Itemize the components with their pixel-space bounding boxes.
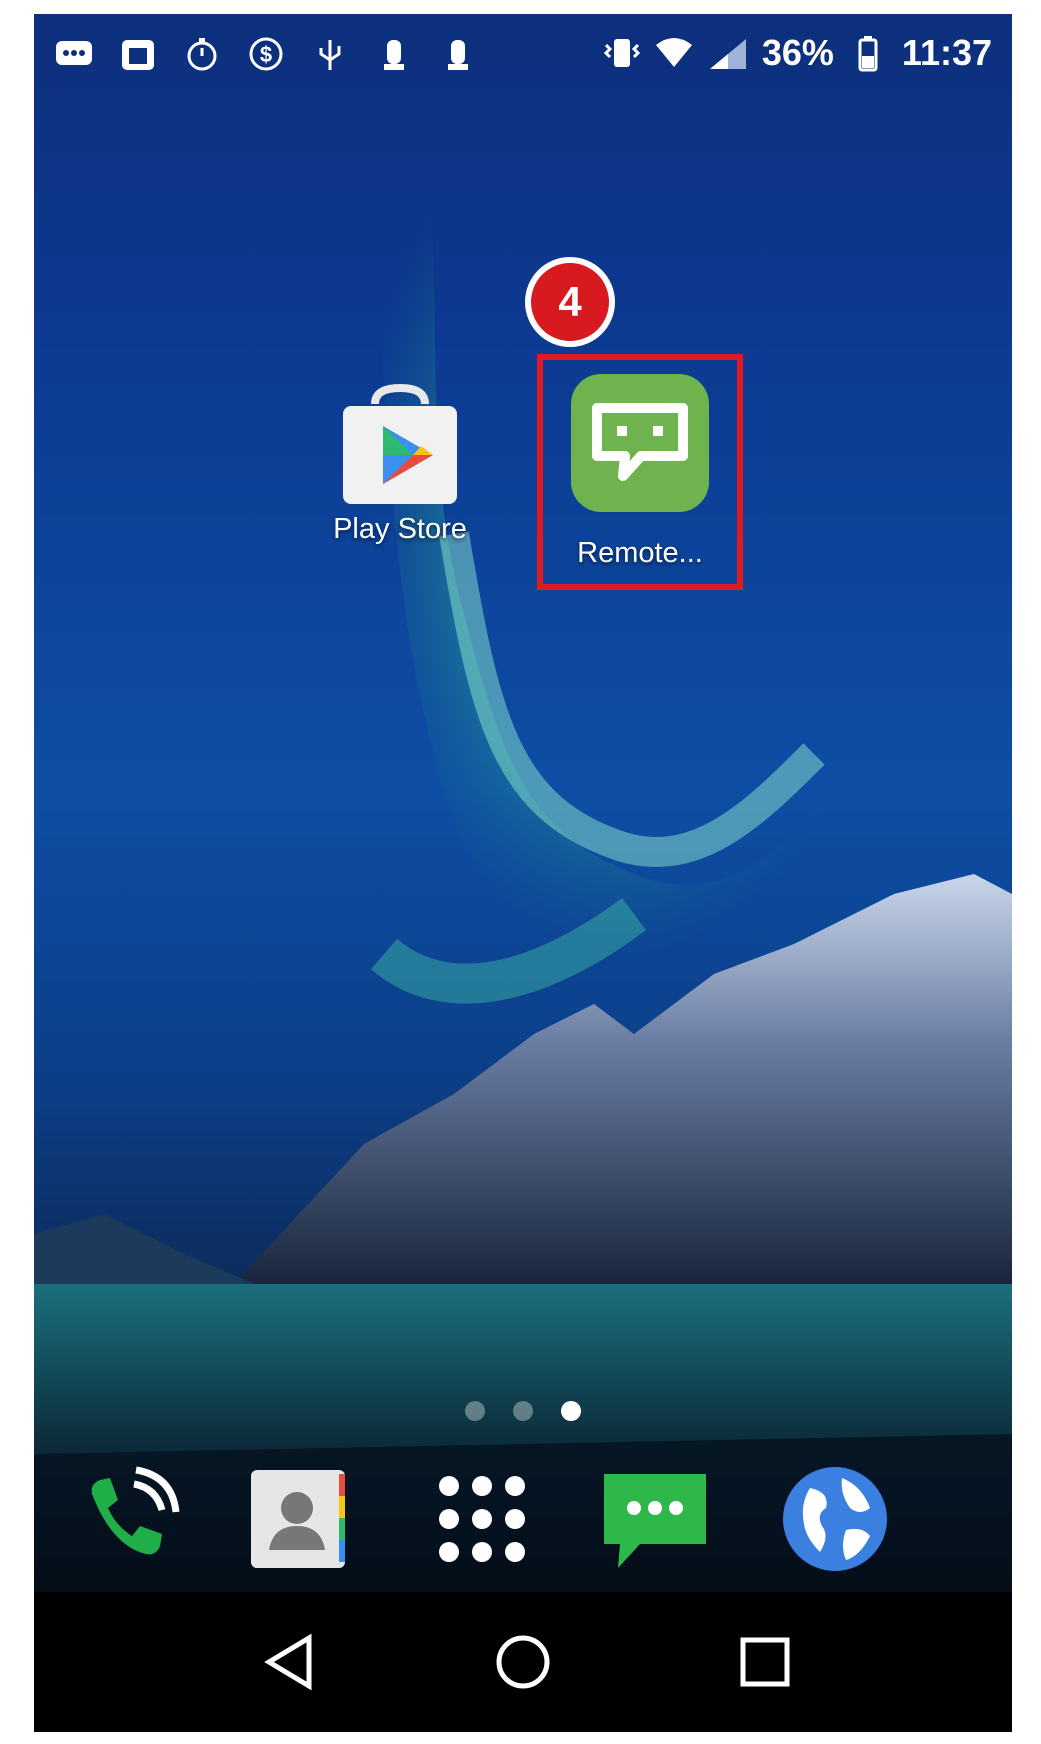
app-play-store[interactable]: Play Store: [310, 383, 490, 546]
battery-percent: 36%: [761, 32, 834, 73]
app-label: Play Store: [333, 513, 467, 545]
battery-icon: [848, 33, 888, 73]
page-dot-active[interactable]: [561, 1401, 581, 1421]
dollar-icon: $: [246, 34, 286, 74]
calendar-icon: [118, 34, 158, 74]
clock: 11:37: [901, 32, 992, 73]
message-icon: [54, 34, 94, 74]
vibrate-icon: [600, 33, 640, 73]
pawn-icon: [438, 34, 478, 74]
signal-icon: [708, 33, 748, 73]
status-bar: $ 36% 11:37: [34, 14, 1012, 94]
dock: [34, 1464, 1012, 1584]
app-remote[interactable]: Remote...: [550, 372, 730, 570]
stopwatch-icon: [182, 34, 222, 74]
svg-text:$: $: [260, 42, 272, 67]
app-label: Remote...: [577, 537, 703, 569]
home-icon[interactable]: [478, 1622, 568, 1702]
wifi-icon: [654, 33, 694, 73]
phone-icon[interactable]: [72, 1464, 182, 1574]
step-badge: 4: [525, 257, 615, 347]
recents-icon[interactable]: [720, 1622, 810, 1702]
page-indicator: [34, 1401, 1012, 1421]
app-drawer-icon[interactable]: [427, 1464, 537, 1574]
page-dot[interactable]: [465, 1401, 485, 1421]
play-store-icon: [343, 383, 457, 504]
pawn-icon: [374, 34, 414, 74]
navigation-bar: [34, 1592, 1012, 1732]
page-dot[interactable]: [513, 1401, 533, 1421]
messages-icon[interactable]: [600, 1464, 710, 1574]
browser-globe-icon[interactable]: [780, 1464, 890, 1574]
notification-icons: $: [54, 34, 478, 74]
system-icons: 36% 11:37: [600, 32, 992, 74]
home-screen: $ 36% 11:37 4 Play Store Remote...: [34, 14, 1012, 1732]
remote-chat-icon: [571, 374, 709, 512]
back-icon[interactable]: [244, 1622, 334, 1702]
contacts-icon[interactable]: [247, 1464, 357, 1574]
usb-icon: [310, 34, 350, 74]
